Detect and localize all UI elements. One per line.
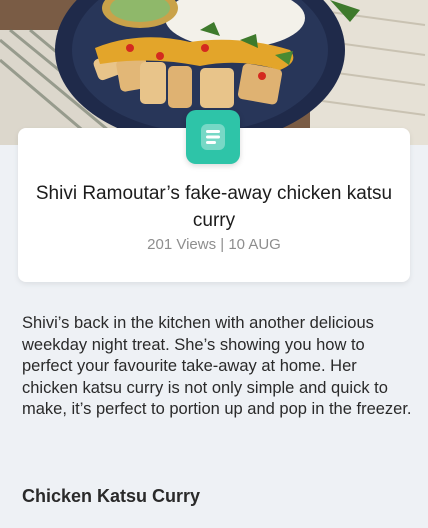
section-heading: Chicken Katsu Curry xyxy=(22,486,201,506)
article-body: Shivi’s back in the kitchen with another… xyxy=(22,314,412,418)
article-meta: 201 Views | 10 AUG xyxy=(30,236,398,253)
publish-date: 10 AUG xyxy=(228,236,281,253)
article-title: Shivi Ramoutar’s fake-away chicken katsu… xyxy=(35,183,393,231)
meta-separator: | xyxy=(216,236,229,253)
view-count: 201 Views xyxy=(147,236,217,253)
article-type-badge xyxy=(186,110,240,164)
document-icon xyxy=(201,124,225,150)
